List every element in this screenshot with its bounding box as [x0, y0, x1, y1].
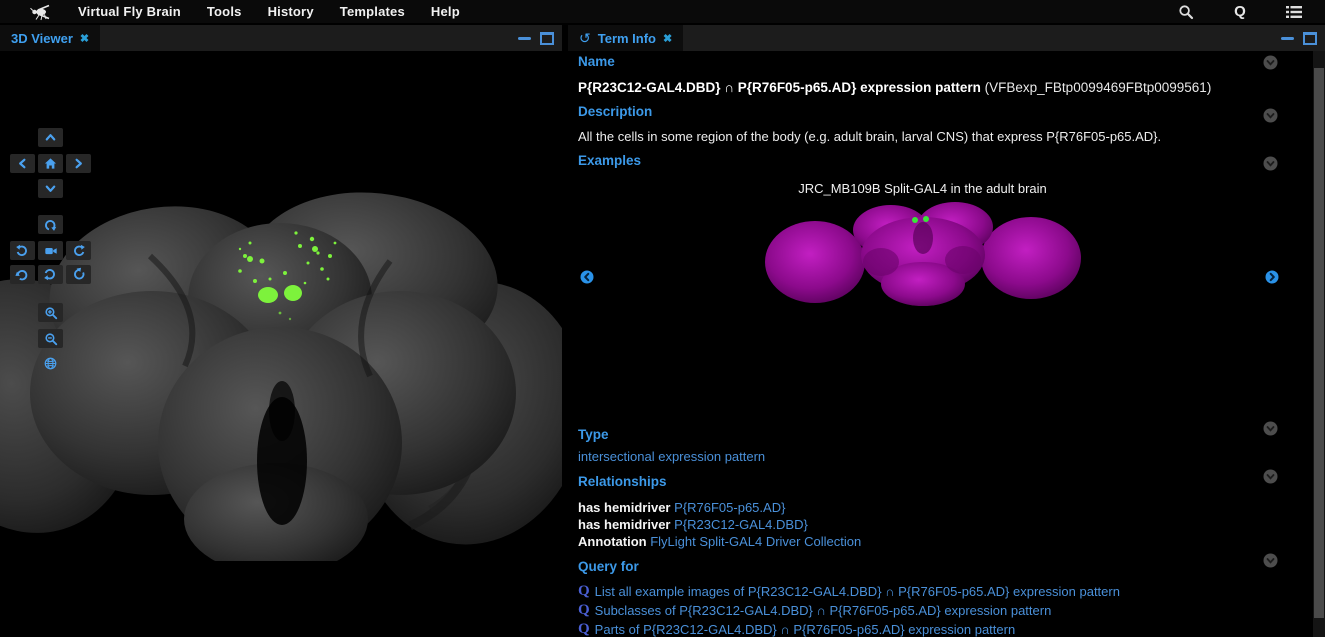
- term-description: All the cells in some region of the body…: [578, 129, 1267, 144]
- close-icon[interactable]: ✖: [80, 32, 89, 45]
- description-section-header: Description: [578, 104, 1267, 119]
- relationship-row: has hemidriver P{R23C12-GAL4.DBD}: [578, 516, 1267, 533]
- zoom-in-button[interactable]: [38, 303, 63, 322]
- menu-templates[interactable]: Templates: [340, 4, 405, 19]
- maximize-icon[interactable]: [540, 32, 554, 45]
- query-row[interactable]: Q Parts of P{R23C12-GAL4.DBD} ∩ P{R76F05…: [578, 620, 1267, 637]
- fly-logo-icon[interactable]: [28, 3, 52, 21]
- rotate-reset-button[interactable]: [38, 215, 63, 234]
- query-row[interactable]: Q List all example images of P{R23C12-GA…: [578, 582, 1267, 601]
- search-icon[interactable]: [1177, 3, 1195, 21]
- close-icon[interactable]: ✖: [663, 32, 672, 45]
- query-list: Q List all example images of P{R23C12-GA…: [578, 582, 1267, 637]
- term-info-body: Name P{R23C12-GAL4.DBD} ∩ P{R76F05-p65.A…: [568, 51, 1325, 637]
- pan-right-button[interactable]: [66, 154, 91, 173]
- collapse-query-for-chevron-icon[interactable]: [1263, 553, 1278, 573]
- globe-frame-button[interactable]: [38, 354, 63, 373]
- relationships-section-header: Relationships: [578, 474, 1267, 489]
- camera-view-button[interactable]: [38, 241, 63, 260]
- relationship-row: has hemidriver P{R76F05-p65.AD}: [578, 499, 1267, 516]
- spin-button[interactable]: [38, 265, 63, 284]
- home-view-button[interactable]: [38, 154, 63, 173]
- minimize-icon[interactable]: [518, 37, 531, 40]
- relationship-link[interactable]: FlyLight Split-GAL4 Driver Collection: [650, 534, 861, 549]
- query-link[interactable]: Subclasses of P{R23C12-GAL4.DBD} ∩ P{R76…: [595, 601, 1052, 620]
- rotate-cw-button[interactable]: [66, 241, 91, 260]
- collapse-examples-chevron-icon[interactable]: [1263, 156, 1278, 176]
- collapse-name-chevron-icon[interactable]: [1263, 55, 1278, 75]
- tab-term-info-label: Term Info: [598, 31, 656, 46]
- rotate-ccw-button[interactable]: [10, 241, 35, 260]
- tab-3d-viewer[interactable]: 3D Viewer ✖: [0, 25, 100, 51]
- term-info-content: Name P{R23C12-GAL4.DBD} ∩ P{R76F05-p65.A…: [578, 51, 1267, 637]
- name-section-header: Name: [578, 54, 1267, 69]
- pan-up-button[interactable]: [38, 128, 63, 147]
- example-brain-image[interactable]: [763, 200, 1083, 308]
- menu-tools[interactable]: Tools: [207, 4, 242, 19]
- scrollbar-thumb[interactable]: [1314, 68, 1324, 618]
- virtual-fly-brain-app: Virtual Fly Brain Tools History Template…: [0, 0, 1325, 637]
- example-caption: JRC_MB109B Split-GAL4 in the adult brain: [578, 181, 1267, 196]
- relationships-list: has hemidriver P{R76F05-p65.AD} has hemi…: [578, 499, 1267, 550]
- query-link[interactable]: Parts of P{R23C12-GAL4.DBD} ∩ P{R76F05-p…: [595, 620, 1016, 637]
- collapse-relationships-chevron-icon[interactable]: [1263, 469, 1278, 489]
- query-icon: Q: [578, 620, 590, 637]
- collapse-description-chevron-icon[interactable]: [1263, 108, 1278, 128]
- brain-3d-render[interactable]: [0, 161, 562, 561]
- viewer-3d-canvas-area: [0, 51, 562, 637]
- carousel-prev-icon[interactable]: [580, 270, 594, 289]
- term-name-label: P{R23C12-GAL4.DBD} ∩ P{R76F05-p65.AD} ex…: [578, 80, 981, 95]
- tab-term-info[interactable]: ↺ Term Info ✖: [568, 25, 683, 51]
- type-section-header: Type: [578, 427, 1267, 442]
- zoom-out-button[interactable]: [38, 329, 63, 348]
- query-icon: Q: [578, 601, 590, 620]
- query-row[interactable]: Q Subclasses of P{R23C12-GAL4.DBD} ∩ P{R…: [578, 601, 1267, 620]
- menu-right-icons: Q: [1177, 3, 1325, 21]
- pan-down-button[interactable]: [38, 179, 63, 198]
- roll-cw-button[interactable]: [66, 265, 91, 284]
- relationship-row: Annotation FlyLight Split-GAL4 Driver Co…: [578, 533, 1267, 550]
- term-info-panel: ↺ Term Info ✖ Name P{R23C12-GAL4.DBD} ∩ …: [568, 25, 1325, 637]
- pan-left-button[interactable]: [10, 154, 35, 173]
- minimize-icon[interactable]: [1281, 37, 1294, 40]
- example-image-wrap: [578, 200, 1267, 308]
- menu-help[interactable]: Help: [431, 4, 460, 19]
- query-icon: Q: [578, 582, 590, 601]
- collapse-type-chevron-icon[interactable]: [1263, 421, 1278, 441]
- carousel-next-icon[interactable]: [1265, 270, 1279, 289]
- maximize-icon[interactable]: [1303, 32, 1317, 45]
- results-list-icon[interactable]: [1285, 3, 1303, 21]
- query-for-section-header: Query for: [578, 559, 1267, 574]
- term-name: P{R23C12-GAL4.DBD} ∩ P{R76F05-p65.AD} ex…: [578, 80, 1267, 95]
- relationship-link[interactable]: P{R76F05-p65.AD}: [674, 500, 785, 515]
- menu-history[interactable]: History: [268, 4, 314, 19]
- term-name-id: (VFBexp_FBtp0099469FBtp0099561): [985, 80, 1212, 95]
- term-info-tabbar: ↺ Term Info ✖: [568, 25, 1325, 51]
- query-icon[interactable]: Q: [1231, 3, 1249, 21]
- viewer-window-controls: [518, 25, 554, 51]
- menu-bar: Virtual Fly Brain Tools History Template…: [0, 0, 1325, 23]
- tab-3d-viewer-label: 3D Viewer: [11, 31, 73, 46]
- type-link[interactable]: intersectional expression pattern: [578, 449, 765, 464]
- menu-virtual-fly-brain[interactable]: Virtual Fly Brain: [78, 4, 181, 19]
- viewer-3d-tabbar: 3D Viewer ✖: [0, 25, 562, 51]
- term-info-window-controls: [1281, 25, 1317, 51]
- query-link[interactable]: List all example images of P{R23C12-GAL4…: [595, 582, 1120, 601]
- history-back-icon[interactable]: ↺: [579, 31, 591, 45]
- scrollbar-track: [1313, 51, 1325, 637]
- viewer-3d-panel: 3D Viewer ✖: [0, 25, 562, 637]
- examples-section-header: Examples: [578, 153, 1267, 168]
- roll-ccw-button[interactable]: [10, 265, 35, 284]
- relationship-link[interactable]: P{R23C12-GAL4.DBD}: [674, 517, 808, 532]
